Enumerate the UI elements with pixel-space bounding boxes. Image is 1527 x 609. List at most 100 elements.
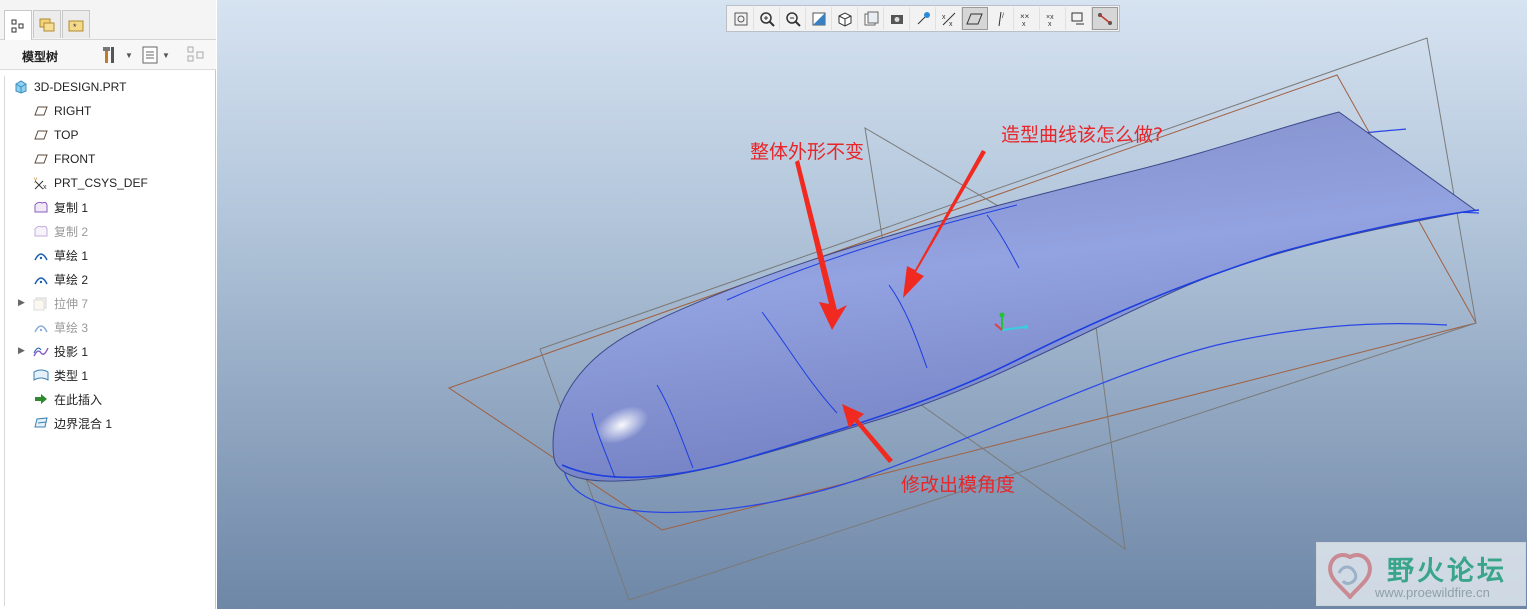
tree-item-label: 投影 1	[54, 344, 89, 359]
tree-item[interactable]: x y PRT_CSYS_DEF	[33, 172, 148, 194]
layers-tab[interactable]	[33, 10, 61, 38]
tree-item-label: FRONT	[54, 152, 96, 166]
tree-item-label: TOP	[54, 128, 79, 142]
plane-display-icon	[966, 13, 983, 24]
svg-text:×x: ×x	[1046, 14, 1054, 21]
tree-item-label: 复制 2	[54, 224, 89, 239]
show-dropdown[interactable]: ▼	[142, 44, 170, 66]
panel-tab-bar: *	[0, 0, 216, 40]
sketch-icon	[33, 247, 49, 263]
tools-icon	[103, 47, 114, 63]
tree-item-label: 拉伸 7	[54, 296, 89, 311]
tree-item-label: PRT_CSYS_DEF	[54, 176, 148, 190]
datum-display-filter-button[interactable]: xx	[936, 7, 962, 30]
chevron-down-icon: ▼	[125, 50, 133, 60]
csys-display-icon: ×xx	[1046, 14, 1054, 28]
saved-orientations-icon	[838, 11, 851, 27]
zoom-in-button[interactable]	[754, 7, 780, 30]
tree-item[interactable]: 草绘 2	[33, 268, 88, 290]
tree-item[interactable]: 拉伸 7	[33, 292, 88, 314]
tree-item[interactable]: RIGHT	[33, 100, 91, 122]
axis-display-button[interactable]: /	[988, 7, 1014, 30]
boundary-blend-icon	[33, 415, 49, 431]
display-style-button[interactable]	[858, 7, 884, 30]
expand-arrow-icon[interactable]: ▶	[18, 297, 28, 307]
annotation-display-button[interactable]	[1066, 7, 1092, 30]
tree-item[interactable]: 投影 1	[33, 340, 88, 362]
named-views-icon	[890, 14, 903, 24]
watermark-url: www.proewildfire.cn	[1375, 585, 1490, 600]
tree-item[interactable]: 边界混合 1	[33, 412, 112, 434]
tree-item-label: 复制 1	[54, 200, 89, 215]
graphics-toolbar: x x / ×× x ×x x	[726, 5, 1120, 32]
tree-item-label: 边界混合 1	[54, 416, 113, 431]
tree-item[interactable]: FRONT	[33, 148, 95, 170]
tree-item-label: 草绘 1	[54, 248, 89, 263]
repaint-button[interactable]	[806, 7, 832, 30]
sketch-display-icon	[1098, 12, 1112, 25]
model-view	[447, 37, 1480, 601]
watermark-title: 野火论坛	[1387, 556, 1507, 587]
tree-root[interactable]: 3D-DESIGN.PRT	[13, 76, 126, 98]
filter-tree-icon	[187, 46, 204, 62]
spin-center-button[interactable]	[910, 7, 936, 30]
saved-orientations-button[interactable]	[832, 7, 858, 30]
tree-item[interactable]: 复制 1	[33, 196, 88, 218]
tree-item[interactable]: 草绘 3	[33, 316, 88, 338]
tree-item-label: RIGHT	[54, 104, 92, 118]
annotation-note: 造型曲线该怎么做?	[1001, 124, 1164, 146]
left-panel: * 模型树 ▼ ▼ 3D-DESIGN.PRT ▶ ▶ RIGHT TOP FR…	[0, 0, 216, 609]
point-display-icon: ××x	[1020, 12, 1030, 28]
tree-item[interactable]: 复制 2	[33, 220, 88, 242]
projection-icon	[33, 343, 49, 359]
tree-item[interactable]: 在此插入	[33, 388, 102, 410]
zoom-out-icon	[785, 11, 801, 27]
graphics-viewport[interactable]: x x / ×× x ×x x 整体外形不变 造型曲线该怎么做? 修改出模角度 野火论坛 w…	[217, 0, 1527, 609]
annotation-display-icon	[1071, 12, 1084, 24]
refit-icon	[734, 12, 747, 25]
zoom-out-button[interactable]	[780, 7, 806, 30]
svg-text:*: *	[73, 22, 77, 32]
copy-surface-icon	[33, 199, 49, 215]
svg-text:××: ××	[1020, 12, 1030, 21]
datum-display-filter-icon: xx	[942, 12, 955, 28]
model-tree-tab[interactable]	[4, 10, 32, 40]
model-tree-icon	[11, 19, 24, 32]
forum-logo-icon	[1328, 553, 1372, 599]
plane-display-button[interactable]	[962, 7, 988, 30]
svg-text:x: x	[942, 14, 946, 21]
tree-item-label: 类型 1	[54, 368, 89, 383]
datum-plane-icon	[33, 127, 49, 143]
expand-arrow-icon[interactable]: ▶	[18, 345, 28, 355]
tree-item[interactable]: 草绘 1	[33, 244, 88, 266]
chevron-down-icon: ▼	[162, 50, 170, 60]
datum-plane-icon	[33, 103, 49, 119]
star-folder-icon: *	[68, 20, 84, 32]
tree-item[interactable]: TOP	[33, 124, 78, 146]
filter-button[interactable]	[186, 44, 206, 66]
svg-text:x: x	[43, 184, 47, 191]
settings-dropdown[interactable]: ▼	[100, 44, 133, 66]
point-display-button[interactable]: ×× x	[1014, 7, 1040, 30]
refit-button[interactable]	[728, 7, 754, 30]
svg-text:x: x	[949, 21, 953, 28]
boundary-blend-surface	[552, 111, 1480, 482]
tree-root-label: 3D-DESIGN.PRT	[34, 80, 127, 94]
repaint-icon	[812, 12, 825, 25]
sketch-icon	[33, 319, 49, 335]
sketch-display-button[interactable]	[1092, 7, 1118, 30]
tree-item-label: 草绘 2	[54, 272, 89, 287]
folder-stack-icon	[39, 18, 55, 31]
named-views-button[interactable]	[884, 7, 910, 30]
list-icon	[142, 46, 158, 64]
axis-display-icon: /	[998, 11, 1004, 26]
favorites-tab[interactable]: *	[62, 10, 90, 38]
datum-plane-icon	[33, 151, 49, 167]
csys-display-button[interactable]: ×x x	[1040, 7, 1066, 30]
model-tree-title: 模型树	[22, 50, 59, 64]
svg-text:x: x	[1048, 21, 1052, 28]
display-style-icon	[864, 11, 878, 25]
annotation-note: 修改出模角度	[901, 474, 1016, 496]
tree-item[interactable]: 类型 1	[33, 364, 88, 386]
coordinate-system-icon: xy	[33, 175, 49, 191]
